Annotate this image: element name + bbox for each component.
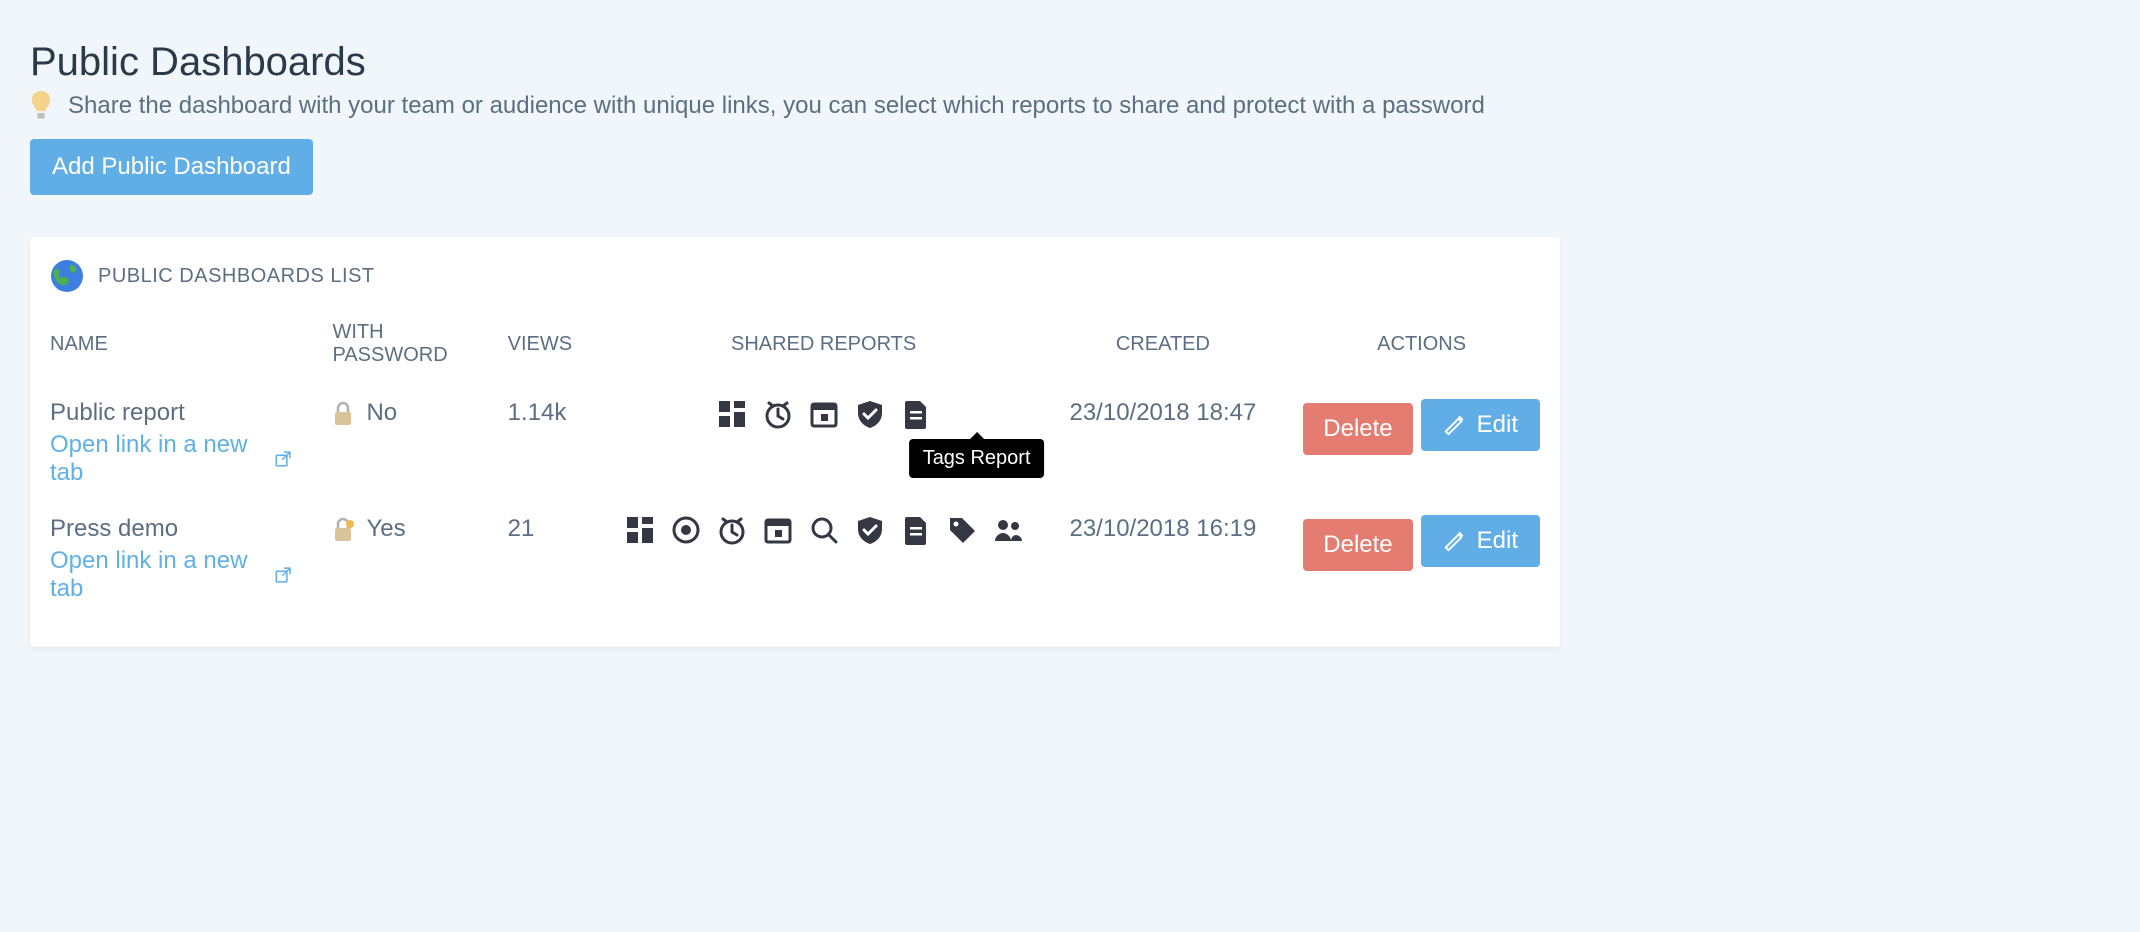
dashboards-card: PUBLIC DASHBOARDS LIST NAME WITH PASSWOR… [30, 237, 1560, 647]
doc-report-icon[interactable] [901, 515, 931, 552]
tooltip: Tags Report [909, 439, 1045, 478]
calendar-report-icon[interactable] [763, 515, 793, 552]
col-with-password: WITH PASSWORD [312, 307, 487, 385]
lock-open-icon [332, 400, 354, 426]
col-name: NAME [30, 307, 312, 385]
table-row: Public report Open link in a new tab No 1.1… [30, 385, 1560, 501]
people-report-icon[interactable] [993, 515, 1023, 552]
edit-button[interactable]: Edit [1421, 515, 1540, 567]
page-subtitle: Share the dashboard with your team or au… [68, 92, 1485, 120]
card-title: PUBLIC DASHBOARDS LIST [98, 265, 375, 288]
with-password-value: Yes [366, 515, 405, 543]
doc-report-icon[interactable] [901, 399, 931, 436]
col-views: VIEWS [488, 307, 605, 385]
with-password-value: No [366, 399, 397, 427]
dashboard-report-icon[interactable] [717, 399, 747, 436]
created-value: 23/10/2018 18:47 [1043, 385, 1284, 501]
page-title: Public Dashboards [30, 40, 1560, 85]
clock-report-icon[interactable] [717, 515, 747, 552]
open-link-new-tab[interactable]: Open link in a new tab [50, 431, 292, 487]
delete-button[interactable]: Delete [1303, 519, 1412, 571]
add-public-dashboard-button[interactable]: Add Public Dashboard [30, 139, 313, 195]
table-row: Press demo Open link in a new tab Yes 21 23/… [30, 501, 1560, 617]
views-value: 21 [488, 501, 605, 617]
search-report-icon[interactable] [809, 515, 839, 552]
globe-icon [50, 259, 84, 293]
dashboard-name: Press demo [50, 515, 292, 543]
tag-report-icon[interactable] [947, 515, 977, 552]
created-value: 23/10/2018 16:19 [1043, 501, 1284, 617]
open-link-new-tab[interactable]: Open link in a new tab [50, 547, 292, 603]
col-shared-reports: SHARED REPORTS [605, 307, 1043, 385]
record-report-icon[interactable] [671, 515, 701, 552]
shield-report-icon[interactable] [855, 399, 885, 436]
delete-button[interactable]: Delete [1303, 403, 1412, 455]
calendar-report-icon[interactable] [809, 399, 839, 436]
edit-button[interactable]: Edit [1421, 399, 1540, 451]
col-created: CREATED [1043, 307, 1284, 385]
col-actions: ACTIONS [1283, 307, 1560, 385]
clock-report-icon[interactable] [763, 399, 793, 436]
dashboard-report-icon[interactable] [625, 515, 655, 552]
views-value: 1.14k [488, 385, 605, 501]
dashboards-table: NAME WITH PASSWORD VIEWS SHARED REPORTS … [30, 307, 1560, 617]
dashboard-name: Public report [50, 399, 292, 427]
lightbulb-icon [30, 91, 52, 121]
shield-report-icon[interactable] [855, 515, 885, 552]
lock-closed-icon [332, 516, 354, 542]
